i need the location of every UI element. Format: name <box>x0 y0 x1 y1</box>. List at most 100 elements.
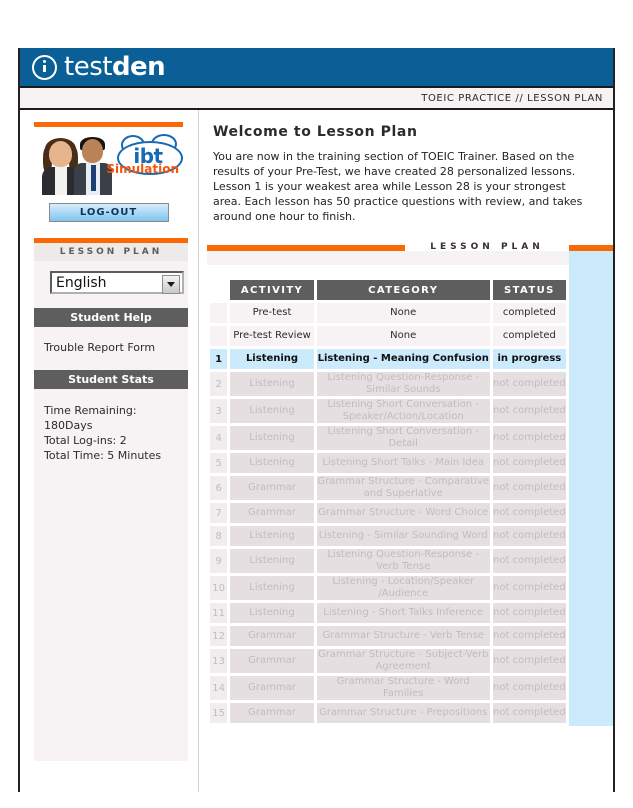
lesson-category: Grammar Structure - Verb Tense <box>316 626 490 646</box>
breadcrumb-bar: TOEIC PRACTICE // LESSON PLAN <box>20 88 613 110</box>
lesson-activity: Listening <box>230 549 314 573</box>
simulation-label: Simulation <box>106 162 179 176</box>
student-help-body: Trouble Report Form <box>34 327 188 370</box>
lesson-category: None <box>316 326 490 346</box>
logout-container: LOG-OUT <box>34 203 183 222</box>
lesson-category: Grammar Structure - Word Families <box>316 676 490 700</box>
lesson-activity: Listening <box>230 603 314 623</box>
lesson-activity[interactable]: Pre-test <box>230 303 314 323</box>
table-row: 8 Listening Listening - Similar Sounding W… <box>210 526 566 546</box>
lesson-category: Listening Short Conversation - Detail <box>316 426 490 450</box>
table-row: 4 Listening Listening Short Conversation -… <box>210 426 566 450</box>
lesson-table-area: ACTIVITY CATEGORY STATUS Pre-test None com… <box>199 265 613 726</box>
table-row[interactable]: Pre-test None completed <box>210 303 566 323</box>
lesson-status: not completed <box>492 649 566 673</box>
lesson-activity: Grammar <box>230 676 314 700</box>
lesson-activity: Grammar <box>230 476 314 500</box>
lesson-status: not completed <box>492 453 566 473</box>
lesson-activity: Listening <box>230 576 314 600</box>
lesson-number: 15 <box>210 703 228 723</box>
content-area: ibt Simulation LOG-OUT LESSON PLAN Engli… <box>20 110 613 792</box>
chevron-down-icon[interactable] <box>162 275 180 294</box>
lesson-activity: Listening <box>230 426 314 450</box>
lesson-category: Grammar Structure - Subject-Verb Agreeme… <box>316 649 490 673</box>
trouble-report-form-link[interactable]: Trouble Report Form <box>44 341 155 354</box>
table-row[interactable]: Pre-test Review None completed <box>210 326 566 346</box>
column-header-activity: ACTIVITY <box>230 280 314 300</box>
lesson-category: Grammar Structure - Comparative and Supe… <box>316 476 490 500</box>
lesson-plan-section-label: LESSON PLAN <box>430 242 544 252</box>
table-row: 12 Grammar Grammar Structure - Verb Tense n… <box>210 626 566 646</box>
table-row: 5 Listening Listening Short Talks - Main I… <box>210 453 566 473</box>
stat-total-time: Total Time: 5 Minutes <box>44 449 162 462</box>
table-row: 7 Grammar Grammar Structure - Word Choice n… <box>210 503 566 523</box>
lesson-number: 5 <box>210 453 228 473</box>
lesson-number: 2 <box>210 372 228 396</box>
lesson-category: Listening - Similar Sounding Word <box>316 526 490 546</box>
table-row: 11 Listening Listening - Short Talks Infer… <box>210 603 566 623</box>
lesson-number: 1 <box>210 349 228 369</box>
ibt-badge: ibt Simulation <box>106 134 183 176</box>
language-select-container: English <box>34 261 188 308</box>
table-row: 13 Grammar Grammar Structure - Subject-Ver… <box>210 649 566 673</box>
main-spacer <box>199 224 613 245</box>
column-header-status: STATUS <box>492 280 566 300</box>
info-circle-icon <box>32 54 57 80</box>
page-title: Welcome to Lesson Plan <box>213 124 418 140</box>
table-header: ACTIVITY CATEGORY STATUS <box>210 280 566 300</box>
table-row: 9 Listening Listening Question-Response - … <box>210 549 566 573</box>
column-header-index <box>210 280 227 300</box>
lesson-status: not completed <box>492 526 566 546</box>
intro-paragraph: You are now in the training section of T… <box>213 150 583 223</box>
lesson-activity: Grammar <box>230 649 314 673</box>
logout-button[interactable]: LOG-OUT <box>48 203 169 222</box>
lesson-number: 9 <box>210 549 228 573</box>
table-row: 6 Grammar Grammar Structure - Comparative … <box>210 476 566 500</box>
language-select[interactable]: English <box>50 271 184 294</box>
lesson-category: None <box>316 303 490 323</box>
lesson-activity[interactable]: Pre-test Review <box>230 326 314 346</box>
column-header-category: CATEGORY <box>316 280 490 300</box>
lesson-activity: Grammar <box>230 626 314 646</box>
lesson-category: Grammar Structure - Word Choice <box>316 503 490 523</box>
lesson-number: 8 <box>210 526 228 546</box>
lesson-status: not completed <box>492 399 566 423</box>
table-header-row: ACTIVITY CATEGORY STATUS <box>210 280 566 300</box>
sidebar: ibt Simulation LOG-OUT LESSON PLAN Engli… <box>20 110 199 792</box>
lesson-status: not completed <box>492 676 566 700</box>
lesson-status: not completed <box>492 576 566 600</box>
student-stats-body: Time Remaining: 180Days Total Log-ins: 2… <box>34 389 188 481</box>
table-top-spacer <box>207 265 569 277</box>
lesson-status: in progress <box>492 349 566 369</box>
lesson-plan-strip <box>199 251 613 265</box>
sidebar-logo-panel: ibt Simulation LOG-OUT <box>20 110 198 222</box>
table-row: 14 Grammar Grammar Structure - Word Famili… <box>210 676 566 700</box>
brand-wordmark[interactable]: testden <box>64 52 166 82</box>
lesson-status: not completed <box>492 426 566 450</box>
table-body: Pre-test None completed Pre-test Review None… <box>210 303 566 723</box>
lesson-number <box>210 303 228 323</box>
lesson-category: Listening - Short Talks Inference <box>316 603 490 623</box>
lesson-category: Listening - Meaning Confusion <box>316 349 490 369</box>
lesson-status: not completed <box>492 626 566 646</box>
stat-total-logins: Total Log-ins: 2 <box>44 434 127 447</box>
lesson-number: 13 <box>210 649 228 673</box>
lesson-activity: Grammar <box>230 503 314 523</box>
table-row[interactable]: 1 Listening Listening - Meaning Confusion i… <box>210 349 566 369</box>
lesson-status: not completed <box>492 703 566 723</box>
breadcrumb: TOEIC PRACTICE // LESSON PLAN <box>421 92 603 104</box>
strip-blue-rail <box>569 251 613 265</box>
orange-rule <box>34 122 183 127</box>
lesson-number: 14 <box>210 676 228 700</box>
lesson-number: 7 <box>210 503 228 523</box>
lesson-activity[interactable]: Listening <box>230 349 314 369</box>
lesson-activity: Grammar <box>230 703 314 723</box>
lesson-category: Listening Short Talks - Main Idea <box>316 453 490 473</box>
lesson-number: 4 <box>210 426 228 450</box>
app-window: testden TOEIC PRACTICE // LESSON PLAN ib… <box>18 48 615 792</box>
lesson-category: Listening Question-Response - Verb Tense <box>316 549 490 573</box>
lesson-number <box>210 326 228 346</box>
lesson-status: not completed <box>492 372 566 396</box>
brand-name-light: test <box>64 52 112 82</box>
student-help-heading: Student Help <box>34 308 188 327</box>
